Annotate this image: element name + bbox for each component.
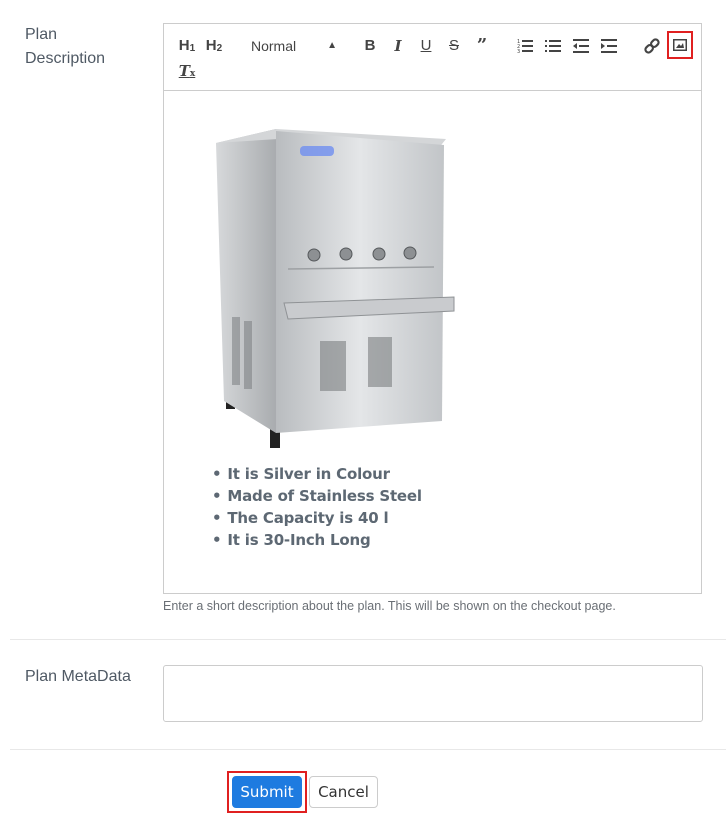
cancel-button[interactable]: Cancel: [309, 776, 378, 808]
outdent-icon: [573, 39, 589, 53]
section-divider: [10, 639, 726, 640]
h2-sub: 2: [216, 43, 223, 54]
plan-metadata-label: Plan MetaData: [25, 668, 131, 685]
svg-text:3: 3: [517, 49, 520, 54]
format-select-value: Normal: [251, 38, 297, 54]
updown-arrow-icon: ▲: [327, 40, 337, 51]
plan-description-help-text: Enter a short description about the plan…: [163, 599, 616, 613]
strike-button[interactable]: S: [443, 35, 465, 57]
editor-content[interactable]: It is Silver in Colour Made of Stainless…: [164, 91, 701, 593]
editor-toolbar: H1 H2 Normal ▲ B I U S ” 1 2 3 Tx: [164, 24, 701, 91]
plan-description-label: Plan Description: [25, 26, 106, 67]
list-item: It is Silver in Colour: [212, 463, 422, 485]
header-2-button[interactable]: H2: [203, 35, 225, 57]
blockquote-button[interactable]: ”: [471, 35, 493, 57]
link-icon: [644, 38, 660, 54]
indent-icon: [601, 39, 617, 53]
list-item: Made of Stainless Steel: [212, 485, 422, 507]
list-item: The Capacity is 40 l: [212, 507, 422, 529]
quote-icon: ”: [476, 35, 488, 56]
water-cooler-image: [216, 129, 455, 448]
image-button[interactable]: [667, 31, 693, 59]
plan-metadata-input[interactable]: [163, 665, 703, 722]
format-select[interactable]: Normal ▲: [251, 35, 341, 57]
indent-button[interactable]: [598, 35, 620, 57]
submit-button[interactable]: Submit: [232, 776, 302, 808]
bold-button[interactable]: B: [359, 35, 381, 57]
h1-sub: 1: [189, 43, 196, 54]
header-1-button[interactable]: H1: [176, 35, 198, 57]
underline-button[interactable]: U: [415, 35, 437, 57]
italic-button[interactable]: I: [387, 35, 409, 57]
ordered-list-button[interactable]: 1 2 3: [514, 35, 536, 57]
link-button[interactable]: [641, 35, 663, 57]
plan-description-editor: H1 H2 Normal ▲ B I U S ” 1 2 3 Tx • It i…: [163, 23, 702, 594]
feature-list: It is Silver in Colour Made of Stainless…: [212, 463, 422, 551]
list-item: It is 30-Inch Long: [212, 529, 422, 551]
image-icon: [673, 39, 687, 51]
section-divider: [10, 749, 726, 750]
ordered-list-icon: 1 2 3: [517, 39, 533, 54]
h1-label: H: [178, 37, 190, 54]
clear-format-icon: T: [178, 62, 190, 80]
bullet-list-button[interactable]: [542, 35, 564, 57]
h2-label: H: [205, 37, 217, 54]
bullet-list-icon: [545, 40, 561, 52]
clear-format-button[interactable]: Tx: [176, 60, 198, 82]
outdent-button[interactable]: [570, 35, 592, 57]
